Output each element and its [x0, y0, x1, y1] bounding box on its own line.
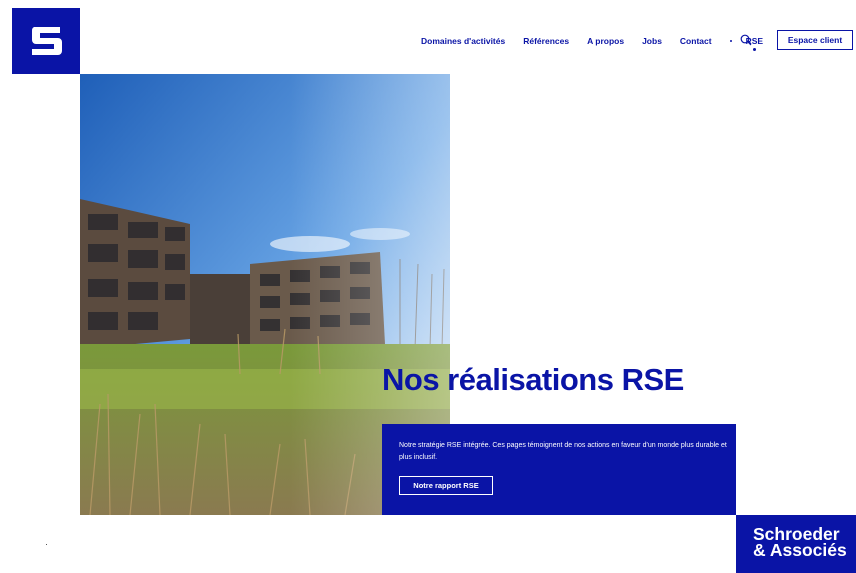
main-nav: Domaines d'activités Références A propos… — [421, 36, 781, 51]
nav-separator-dot — [729, 40, 732, 42]
hero-description: Notre stratégie RSE intégrée. Ces pages … — [399, 442, 727, 461]
nav-item-apropos[interactable]: A propos — [587, 36, 624, 46]
client-space-button[interactable]: Espace client — [777, 30, 853, 50]
decorative-dot — [46, 544, 47, 545]
rse-report-button[interactable]: Notre rapport RSE — [399, 476, 493, 495]
nav-item-references[interactable]: Références — [523, 36, 569, 46]
page-title: Nos réalisations RSE — [382, 362, 684, 397]
nav-item-domaines[interactable]: Domaines d'activités — [421, 36, 505, 46]
search-icon[interactable] — [740, 33, 752, 46]
brand-line-2: & Associés — [753, 540, 847, 560]
brand-wordmark: Schroeder & Associés — [736, 515, 856, 573]
nav-item-jobs[interactable]: Jobs — [642, 36, 662, 46]
logo[interactable] — [12, 8, 80, 74]
nav-item-contact[interactable]: Contact — [680, 36, 712, 46]
logo-s-icon — [31, 27, 62, 55]
hero-info-panel: Notre stratégie RSE intégrée. Ces pages … — [382, 424, 736, 515]
